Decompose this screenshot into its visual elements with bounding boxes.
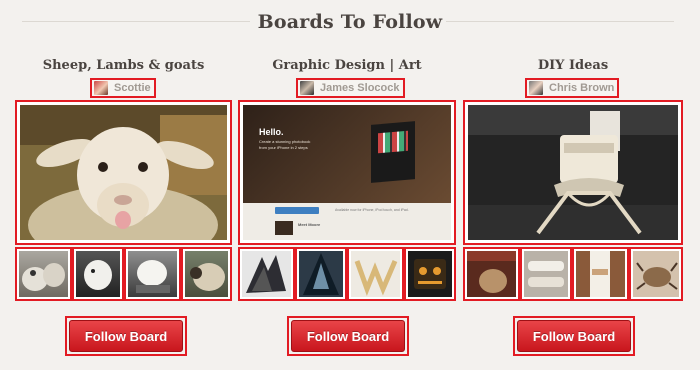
thumbnail[interactable] [629,247,683,301]
divider-left [22,21,250,22]
owner-name: Chris Brown [549,82,615,94]
thumbnail[interactable] [404,247,456,301]
cover-line: Create a stunning photobook [259,139,311,144]
photobook [371,121,415,183]
follow-board-button[interactable]: Follow Board [69,320,183,352]
cover-hello: Hello. [259,127,284,137]
board-cover-image[interactable] [463,100,683,245]
owner-avatar [300,81,314,95]
thumbnail[interactable] [295,247,347,301]
board-owner-link[interactable]: Chris Brown [525,78,620,98]
thumbnail[interactable] [238,247,295,301]
cover-meet: Meet Moore [298,222,321,227]
board-owner-link[interactable]: Scottie [90,78,156,98]
owner-avatar [529,81,543,95]
follow-button-frame: Follow Board [513,316,635,356]
thumbnail[interactable] [347,247,404,301]
board-title: DIY Ideas [537,58,609,73]
board-title: Graphic Design | Art [272,58,422,73]
board-title: Sheep, Lambs & goats [42,58,205,73]
board-owner-link[interactable]: James Slocock [296,78,405,98]
owner-name: Scottie [114,82,151,94]
thumbnail[interactable] [15,247,72,301]
cover-availability: Available now for iPhone, iPod touch, an… [335,208,409,212]
thumbnail[interactable] [572,247,629,301]
owner-name: James Slocock [320,82,400,94]
cover-line: from your iPhone in 2 steps [259,145,308,150]
board-thumbnails [15,247,232,301]
board-cover-image[interactable] [15,100,232,245]
board-cover-image[interactable]: Hello. Create a stunning photobook from … [238,100,456,245]
thumbnail[interactable] [463,247,520,301]
owner-avatar [94,81,108,95]
follow-button-frame: Follow Board [287,316,409,356]
cover-cta [275,207,319,214]
board-thumbnails [463,247,683,301]
follow-board-button[interactable]: Follow Board [291,320,405,352]
follow-board-button[interactable]: Follow Board [517,320,631,352]
cable-clip-image [468,105,678,240]
section-title: Boards To Follow [257,11,443,33]
thumbnail[interactable] [124,247,181,301]
section-header: Boards To Follow [0,8,700,36]
board-thumbnails [238,247,456,301]
thumbnail[interactable] [72,247,124,301]
divider-right [446,21,674,22]
follow-button-frame: Follow Board [65,316,187,356]
lamb-image [20,105,227,240]
thumbnail[interactable] [181,247,232,301]
thumbnail[interactable] [520,247,572,301]
